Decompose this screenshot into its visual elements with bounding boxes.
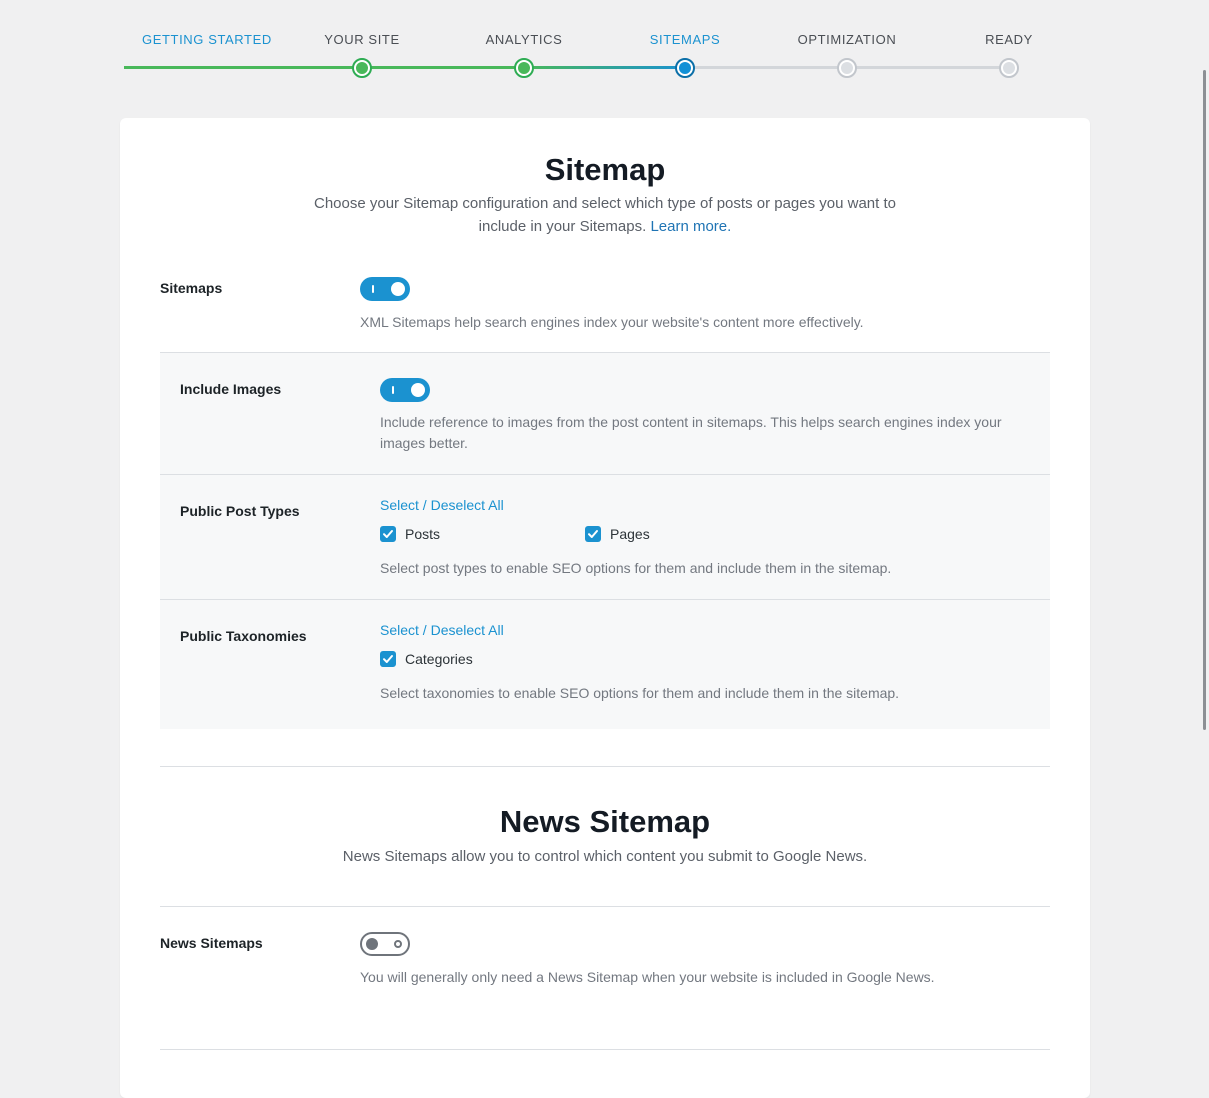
news-sitemaps-help: You will generally only need a News Site… bbox=[360, 969, 935, 985]
divider bbox=[160, 474, 1050, 475]
step-your-site[interactable]: Your Site bbox=[324, 32, 399, 47]
step-dot-your-site[interactable] bbox=[352, 58, 372, 78]
checkbox-posts[interactable]: Posts bbox=[380, 526, 440, 542]
checkbox-checked-icon[interactable] bbox=[380, 651, 396, 667]
checkbox-checked-icon[interactable] bbox=[585, 526, 601, 542]
setup-wizard-stepper: Getting Started Your Site Analytics Site… bbox=[0, 0, 1209, 110]
post-types-select-all[interactable]: Select / Deselect All bbox=[380, 497, 504, 513]
progress-track-done bbox=[124, 66, 524, 69]
sitemap-description: Choose your Sitemap configuration and se… bbox=[313, 195, 896, 235]
step-analytics[interactable]: Analytics bbox=[486, 32, 563, 47]
divider bbox=[160, 1049, 1050, 1050]
divider bbox=[160, 766, 1050, 767]
checkbox-checked-icon[interactable] bbox=[380, 526, 396, 542]
page-scrollbar[interactable] bbox=[1199, 0, 1209, 1070]
taxonomies-help: Select taxonomies to enable SEO options … bbox=[380, 685, 900, 701]
include-images-label: Include Images bbox=[180, 381, 282, 397]
sitemaps-help: XML Sitemaps help search engines index y… bbox=[360, 314, 864, 330]
news-sitemaps-toggle[interactable] bbox=[360, 932, 410, 956]
toggle-off-mark bbox=[394, 940, 402, 948]
progress-track-current bbox=[524, 66, 685, 69]
step-ready[interactable]: Ready bbox=[985, 32, 1033, 47]
step-dot-ready[interactable] bbox=[999, 58, 1019, 78]
sitemap-sub-settings: Include Images Include reference to imag… bbox=[160, 353, 1050, 729]
post-types-label: Public Post Types bbox=[180, 503, 300, 519]
news-sitemap-description: News Sitemaps allow you to control which… bbox=[342, 848, 868, 865]
post-types-help: Select post types to enable SEO options … bbox=[380, 560, 892, 576]
include-images-help: Include reference to images from the pos… bbox=[380, 414, 1002, 451]
step-dot-analytics[interactable] bbox=[514, 58, 534, 78]
sitemap-title: Sitemap bbox=[544, 152, 666, 187]
sitemaps-toggle[interactable] bbox=[360, 277, 410, 301]
sitemaps-label: Sitemaps bbox=[160, 280, 223, 296]
step-dot-sitemaps[interactable] bbox=[675, 58, 695, 78]
learn-more-link[interactable]: Learn more. bbox=[650, 218, 731, 235]
step-sitemaps[interactable]: Sitemaps bbox=[650, 32, 721, 47]
sitemap-settings-card: Sitemap Choose your Sitemap configuratio… bbox=[120, 118, 1090, 1098]
checkbox-categories[interactable]: Categories bbox=[380, 651, 473, 667]
divider bbox=[160, 906, 1050, 907]
step-dot-optimization[interactable] bbox=[837, 58, 857, 78]
include-images-toggle[interactable] bbox=[380, 378, 430, 402]
taxonomies-label: Public Taxonomies bbox=[180, 628, 307, 644]
toggle-on-mark bbox=[392, 386, 394, 394]
checkbox-pages[interactable]: Pages bbox=[585, 526, 650, 542]
scrollbar-thumb[interactable] bbox=[1203, 70, 1206, 730]
divider bbox=[160, 599, 1050, 600]
toggle-knob bbox=[366, 938, 378, 950]
toggle-on-mark bbox=[372, 285, 374, 293]
news-sitemaps-label: News Sitemaps bbox=[160, 935, 263, 951]
news-sitemap-title: News Sitemap bbox=[499, 804, 711, 839]
taxonomies-select-all[interactable]: Select / Deselect All bbox=[380, 622, 504, 638]
toggle-knob bbox=[411, 383, 425, 397]
toggle-knob bbox=[391, 282, 405, 296]
step-getting-started[interactable]: Getting Started bbox=[142, 32, 272, 47]
step-optimization[interactable]: Optimization bbox=[798, 32, 897, 47]
